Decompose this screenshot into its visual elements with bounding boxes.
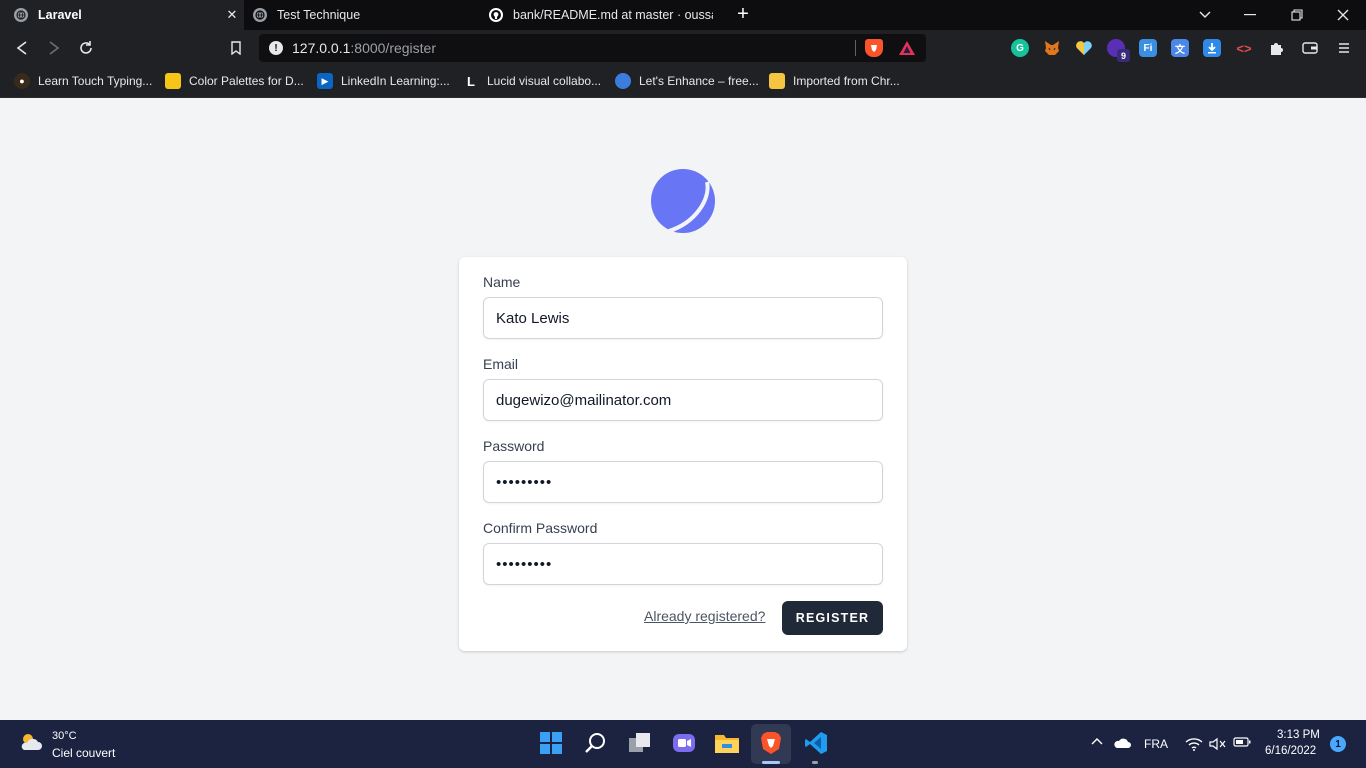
folder-icon bbox=[769, 73, 785, 89]
bookmark-label: Learn Touch Typing... bbox=[38, 74, 153, 88]
metamask-icon[interactable] bbox=[1043, 39, 1061, 57]
notification-badge[interactable]: 1 bbox=[1330, 736, 1346, 752]
search-icon[interactable] bbox=[583, 730, 609, 756]
puzzle-icon[interactable] bbox=[1267, 39, 1285, 57]
palette-icon bbox=[165, 73, 181, 89]
onedrive-cloud-icon[interactable] bbox=[1113, 737, 1131, 749]
volume-muted-icon[interactable] bbox=[1209, 737, 1227, 751]
bookmark-learn-touch-typing[interactable]: ● Learn Touch Typing... bbox=[14, 72, 152, 90]
fi-icon[interactable]: Fi bbox=[1139, 39, 1157, 57]
github-icon bbox=[489, 8, 503, 22]
tab-search-chevron-icon[interactable] bbox=[1193, 4, 1217, 26]
bookmark-linkedin-learning[interactable]: ▶ LinkedIn Learning:... bbox=[317, 72, 450, 90]
already-registered-link[interactable]: Already registered? bbox=[644, 608, 765, 624]
language-indicator[interactable]: FRA bbox=[1144, 737, 1168, 751]
bookmark-icon[interactable] bbox=[226, 38, 246, 58]
weather-temperature: 30°C bbox=[52, 730, 77, 742]
linkedin-learning-icon: ▶ bbox=[317, 73, 333, 89]
cloudy-weather-icon[interactable] bbox=[19, 731, 43, 753]
windows-start-icon[interactable] bbox=[538, 730, 564, 756]
url-divider bbox=[855, 40, 856, 56]
download-icon[interactable] bbox=[1203, 39, 1221, 57]
vscode-icon[interactable] bbox=[803, 730, 829, 756]
tab-label: bank/README.md at master · oussam bbox=[513, 8, 713, 22]
bookmark-label: Let's Enhance – free... bbox=[639, 74, 759, 88]
globe-icon bbox=[14, 8, 28, 22]
bookmark-label: Color Palettes for D... bbox=[189, 74, 304, 88]
url-host: 127.0.0.1 bbox=[292, 40, 351, 56]
tab-label: Test Technique bbox=[277, 8, 361, 22]
close-tab-icon[interactable]: ✕ bbox=[224, 7, 240, 23]
brave-running-indicator bbox=[762, 761, 780, 764]
tab-github-readme[interactable]: bank/README.md at master · oussam bbox=[482, 0, 720, 30]
bookmark-color-palettes[interactable]: Color Palettes for D... bbox=[165, 72, 304, 90]
minimize-icon[interactable] bbox=[1238, 4, 1262, 26]
show-hidden-icons-chevron-icon[interactable] bbox=[1090, 737, 1104, 745]
vscode-running-indicator bbox=[812, 761, 818, 764]
register-card: Name Email Password Confirm Password Alr… bbox=[459, 257, 907, 651]
url-text[interactable]: 127.0.0.1:8000/register bbox=[292, 40, 436, 56]
password-label: Password bbox=[483, 438, 545, 454]
url-path: :8000/register bbox=[350, 40, 436, 56]
bookmark-imported-folder[interactable]: Imported from Chr... bbox=[769, 72, 900, 90]
battery-icon[interactable] bbox=[1233, 737, 1251, 747]
confirm-password-label: Confirm Password bbox=[483, 520, 598, 536]
badge-count: 9 bbox=[1117, 49, 1130, 62]
wifi-icon[interactable] bbox=[1185, 737, 1203, 751]
brave-shields-icon[interactable] bbox=[865, 39, 883, 57]
clock-time[interactable]: 3:13 PM bbox=[1277, 729, 1320, 741]
grammarly-icon[interactable]: G bbox=[1011, 39, 1029, 57]
bookmark-lets-enhance[interactable]: Let's Enhance – free... bbox=[615, 72, 759, 90]
translate-icon[interactable]: 文 bbox=[1171, 39, 1189, 57]
chat-icon[interactable] bbox=[671, 730, 697, 756]
globe-icon bbox=[253, 8, 267, 22]
file-explorer-icon[interactable] bbox=[714, 730, 740, 756]
task-view-icon[interactable] bbox=[627, 730, 653, 756]
site-info-icon[interactable]: ! bbox=[269, 41, 283, 55]
bookmark-lucid[interactable]: L Lucid visual collabo... bbox=[463, 72, 601, 90]
back-icon[interactable] bbox=[12, 38, 32, 58]
app-logo[interactable] bbox=[651, 169, 715, 233]
ninja-icon: ● bbox=[14, 73, 30, 89]
wallet-icon[interactable] bbox=[1301, 39, 1319, 57]
bookmark-label: LinkedIn Learning:... bbox=[341, 74, 450, 88]
restore-icon[interactable] bbox=[1285, 4, 1309, 26]
lucid-icon: L bbox=[467, 73, 475, 89]
enhance-icon bbox=[615, 73, 631, 89]
dev-tools-icon[interactable]: <> bbox=[1235, 39, 1253, 57]
confirm-password-input[interactable] bbox=[483, 543, 883, 585]
password-input[interactable] bbox=[483, 461, 883, 503]
bookmark-label: Imported from Chr... bbox=[793, 74, 900, 88]
new-tab-button[interactable]: + bbox=[733, 4, 753, 25]
heart-icon[interactable] bbox=[1075, 39, 1093, 57]
brave-browser-icon[interactable] bbox=[758, 730, 784, 756]
menu-icon[interactable] bbox=[1335, 39, 1353, 57]
clock-date[interactable]: 6/16/2022 bbox=[1265, 745, 1316, 757]
email-input[interactable] bbox=[483, 379, 883, 421]
tab-laravel[interactable]: Laravel bbox=[0, 0, 244, 30]
name-input[interactable] bbox=[483, 297, 883, 339]
name-label: Name bbox=[483, 274, 521, 290]
tab-test-technique[interactable]: Test Technique bbox=[244, 0, 480, 30]
bookmark-label: Lucid visual collabo... bbox=[487, 74, 602, 88]
brave-rewards-icon[interactable] bbox=[898, 39, 916, 57]
reload-icon[interactable] bbox=[76, 38, 96, 58]
tab-label: Laravel bbox=[38, 8, 82, 22]
forward-icon[interactable] bbox=[44, 38, 64, 58]
register-button[interactable]: REGISTER bbox=[782, 601, 883, 635]
weather-description: Ciel couvert bbox=[52, 746, 116, 760]
email-label: Email bbox=[483, 356, 519, 372]
close-window-icon[interactable] bbox=[1331, 4, 1355, 26]
